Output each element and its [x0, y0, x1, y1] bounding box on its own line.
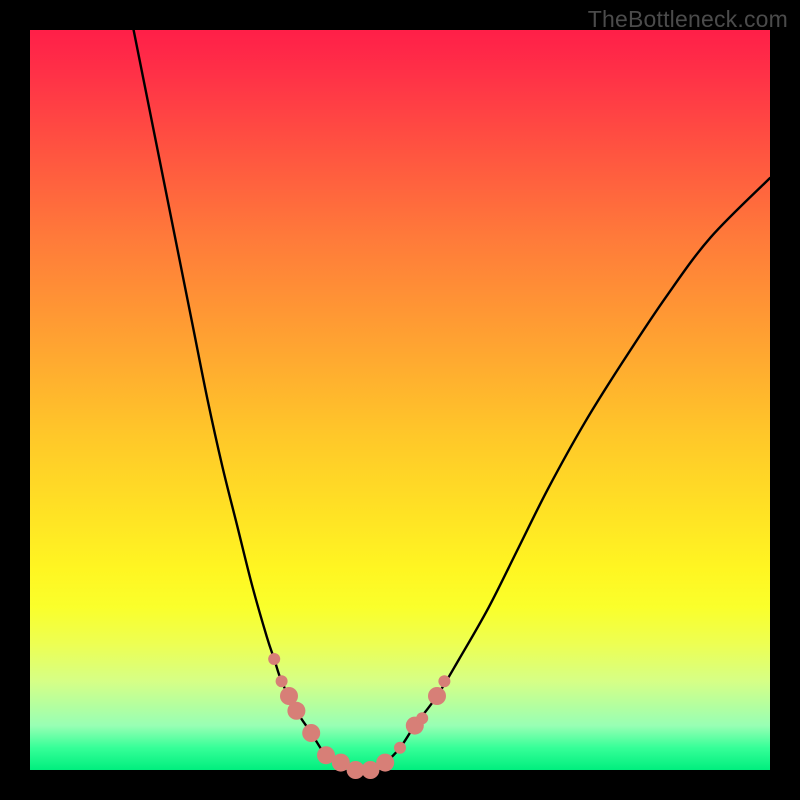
highlight-dot	[428, 687, 446, 705]
highlight-dot	[287, 702, 305, 720]
highlight-dot	[416, 712, 428, 724]
highlight-dot	[394, 742, 406, 754]
highlight-dots	[268, 653, 450, 779]
chart-frame: TheBottleneck.com	[0, 0, 800, 800]
highlight-dot	[376, 754, 394, 772]
highlight-dot	[268, 653, 280, 665]
highlight-dot	[438, 675, 450, 687]
highlight-dot	[302, 724, 320, 742]
bottleneck-curve	[134, 30, 770, 771]
watermark-text: TheBottleneck.com	[588, 6, 788, 33]
curve-layer	[30, 30, 770, 770]
highlight-dot	[276, 675, 288, 687]
